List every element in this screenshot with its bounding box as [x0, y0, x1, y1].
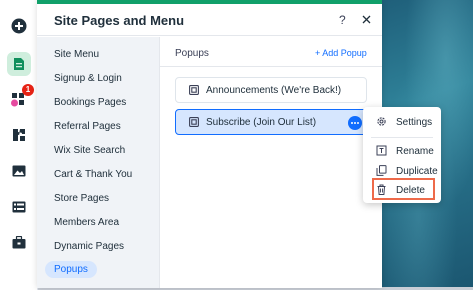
popup-icon	[189, 85, 199, 95]
pages-active-bg	[6, 52, 31, 76]
sidebar-item-referral[interactable]: Referral Pages	[54, 121, 121, 135]
popup-row-subscribe[interactable]: Subscribe (Join Our List)	[175, 109, 367, 135]
table-icon	[12, 201, 25, 213]
content-divider	[159, 66, 382, 67]
popup-row-announcements[interactable]: Announcements (We're Back!)	[175, 77, 367, 103]
help-button[interactable]: ?	[339, 13, 346, 27]
menu-label: Settings	[396, 117, 433, 128]
sidebar-item-cart[interactable]: Cart & Thank You	[54, 169, 132, 183]
sidebar-item-site-menu[interactable]: Site Menu	[54, 49, 99, 63]
menu-item-rename[interactable]: Rename	[363, 142, 441, 160]
sidebar-item-signup-login[interactable]: Signup & Login	[54, 73, 122, 87]
notification-badge: 1	[22, 84, 34, 96]
left-rail: 1	[0, 0, 38, 290]
media-button[interactable]	[0, 157, 37, 185]
menu-label: Duplicate	[396, 166, 438, 177]
more-actions-button[interactable]	[348, 116, 362, 130]
more-dot	[357, 122, 359, 124]
duplicate-icon	[376, 165, 387, 176]
panel-header: Site Pages and Menu ?	[37, 4, 382, 36]
delete-highlight-box	[372, 178, 435, 200]
sidebar-item-bookings[interactable]: Bookings Pages	[54, 97, 126, 111]
site-pages-panel: Site Pages and Menu ? Site Menu Signup &…	[37, 0, 382, 288]
popup-icon	[189, 117, 199, 127]
menu-divider	[371, 137, 433, 138]
media-icon	[12, 165, 25, 177]
pages-icon	[13, 58, 24, 70]
business-icon	[12, 235, 25, 248]
popup-label: Announcements (We're Back!)	[206, 85, 342, 96]
apps-button[interactable]	[0, 121, 37, 149]
menu-item-settings[interactable]: Settings	[363, 113, 441, 131]
sidebar-item-dynamic[interactable]: Dynamic Pages	[54, 241, 124, 255]
apps-icon	[12, 129, 25, 141]
rename-icon	[376, 145, 387, 156]
add-popup-button[interactable]: + Add Popup	[315, 48, 367, 58]
gear-icon	[377, 117, 386, 126]
design-button[interactable]: 1	[0, 84, 37, 114]
content-title: Popups	[175, 48, 209, 59]
panel-title: Site Pages and Menu	[54, 13, 185, 28]
pages-menu-button[interactable]	[0, 50, 37, 78]
sidebar-item-popups[interactable]: Popups	[45, 261, 97, 278]
popup-label: Subscribe (Join Our List)	[206, 117, 317, 128]
close-icon[interactable]	[362, 15, 371, 24]
sidebar-item-site-search[interactable]: Wix Site Search	[54, 145, 125, 159]
sidebar-item-members[interactable]: Members Area	[54, 217, 119, 231]
more-dot	[354, 122, 356, 124]
business-button[interactable]	[0, 228, 37, 256]
add-icon	[11, 18, 26, 34]
sidebar-item-store[interactable]: Store Pages	[54, 193, 109, 207]
panel-sidebar: Site Menu Signup & Login Bookings Pages …	[37, 37, 160, 288]
menu-label: Rename	[396, 146, 434, 157]
cms-button[interactable]	[0, 193, 37, 221]
add-elements-button[interactable]	[0, 12, 37, 40]
more-dot	[351, 122, 353, 124]
